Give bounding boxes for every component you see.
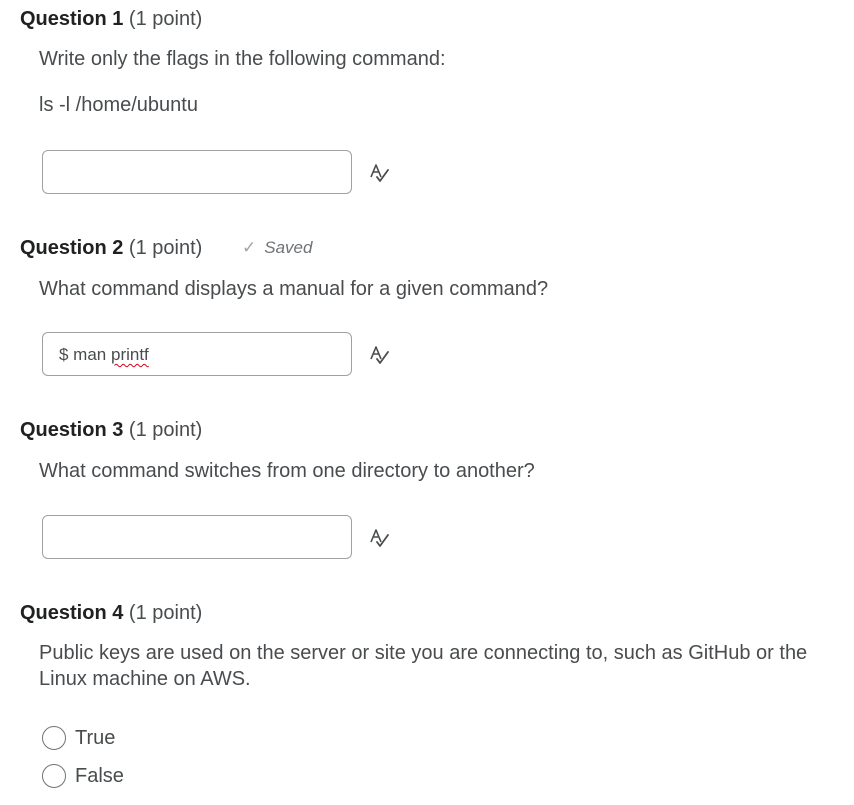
question-points: (1 point): [128, 419, 203, 441]
question-prompt: What command switches from one directory…: [39, 460, 535, 482]
answer-misspelled-word: printf: [110, 345, 149, 364]
question-command: ls -l /home/ubuntu: [39, 94, 198, 116]
option-label: True: [75, 727, 116, 749]
radio-button[interactable]: [42, 726, 66, 750]
saved-text: Saved: [264, 238, 313, 257]
answer-input[interactable]: [42, 515, 352, 559]
answer-input[interactable]: $ man printf: [42, 332, 352, 376]
spellcheck-icon[interactable]: [368, 162, 390, 184]
question-number: Question 1: [20, 8, 124, 30]
check-icon: ✓: [242, 238, 257, 257]
saved-status: ✓ Saved: [242, 236, 312, 260]
question-points: (1 point): [128, 8, 203, 30]
question-4-header: Question 4 (1 point): [20, 601, 202, 625]
question-number: Question 4: [20, 602, 124, 624]
question-number: Question 2: [20, 237, 124, 259]
question-number: Question 3: [20, 419, 124, 441]
question-points: (1 point): [128, 237, 203, 259]
question-3-header: Question 3 (1 point): [20, 418, 202, 442]
question-2-header: Question 2 (1 point) ✓ Saved: [20, 236, 420, 260]
option-label: False: [75, 765, 124, 787]
question-prompt: Write only the flags in the following co…: [39, 48, 446, 70]
question-prompt: What command displays a manual for a giv…: [39, 278, 549, 300]
spellcheck-icon[interactable]: [368, 527, 390, 549]
question-points: (1 point): [128, 602, 203, 624]
question-prompt: Public keys are used on the server or si…: [39, 642, 808, 690]
question-1-header: Question 1 (1 point): [20, 7, 202, 31]
spellcheck-icon[interactable]: [368, 344, 390, 366]
radio-button[interactable]: [42, 764, 66, 788]
answer-prefix: $ man: [59, 345, 111, 364]
answer-input[interactable]: [42, 150, 352, 194]
